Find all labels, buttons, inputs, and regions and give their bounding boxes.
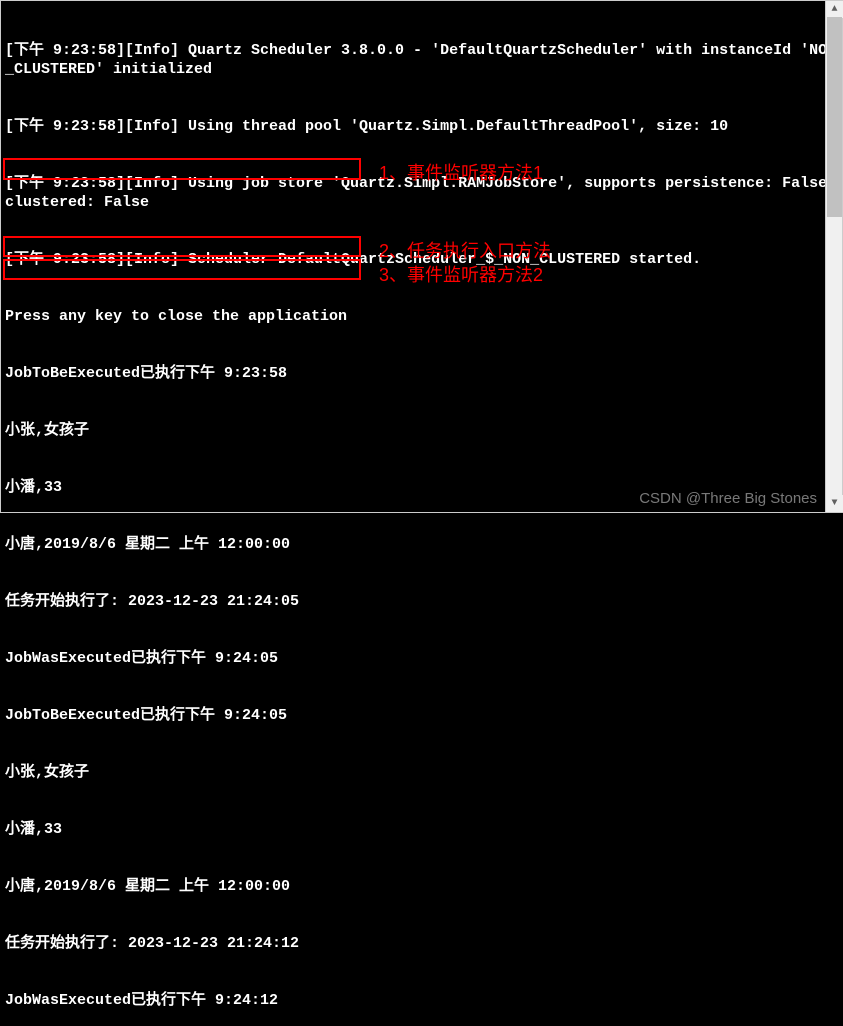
log-line: [下午 9:23:58][Info] Scheduler DefaultQuar… (5, 250, 838, 269)
log-line: JobWasExecuted已执行下午 9:24:05 (5, 649, 838, 668)
log-line: [下午 9:23:58][Info] Using job store 'Quar… (5, 174, 838, 212)
log-line: 小张,女孩子 (5, 763, 838, 782)
log-line: JobToBeExecuted已执行下午 9:23:58 (5, 364, 838, 383)
log-line: JobWasExecuted已执行下午 9:24:12 (5, 991, 838, 1010)
log-line: 小唐,2019/8/6 星期二 上午 12:00:00 (5, 877, 838, 896)
scroll-down-arrow-icon[interactable]: ▼ (826, 495, 843, 512)
vertical-scrollbar[interactable]: ▲ ▼ (825, 1, 842, 512)
log-line: 小唐,2019/8/6 星期二 上午 12:00:00 (5, 535, 838, 554)
console-output: [下午 9:23:58][Info] Quartz Scheduler 3.8.… (1, 1, 842, 1026)
log-line: [下午 9:23:58][Info] Quartz Scheduler 3.8.… (5, 41, 838, 79)
scrollbar-thumb[interactable] (827, 17, 842, 217)
log-line: [下午 9:23:58][Info] Using thread pool 'Qu… (5, 117, 838, 136)
log-line: JobToBeExecuted已执行下午 9:24:05 (5, 706, 838, 725)
log-line: 小张,女孩子 (5, 421, 838, 440)
log-line: 任务开始执行了: 2023-12-23 21:24:12 (5, 934, 838, 953)
scroll-up-arrow-icon[interactable]: ▲ (826, 1, 843, 18)
log-line: 小潘,33 (5, 820, 838, 839)
watermark: CSDN @Three Big Stones (639, 490, 817, 507)
log-line: 任务开始执行了: 2023-12-23 21:24:05 (5, 592, 838, 611)
log-line: Press any key to close the application (5, 307, 838, 326)
